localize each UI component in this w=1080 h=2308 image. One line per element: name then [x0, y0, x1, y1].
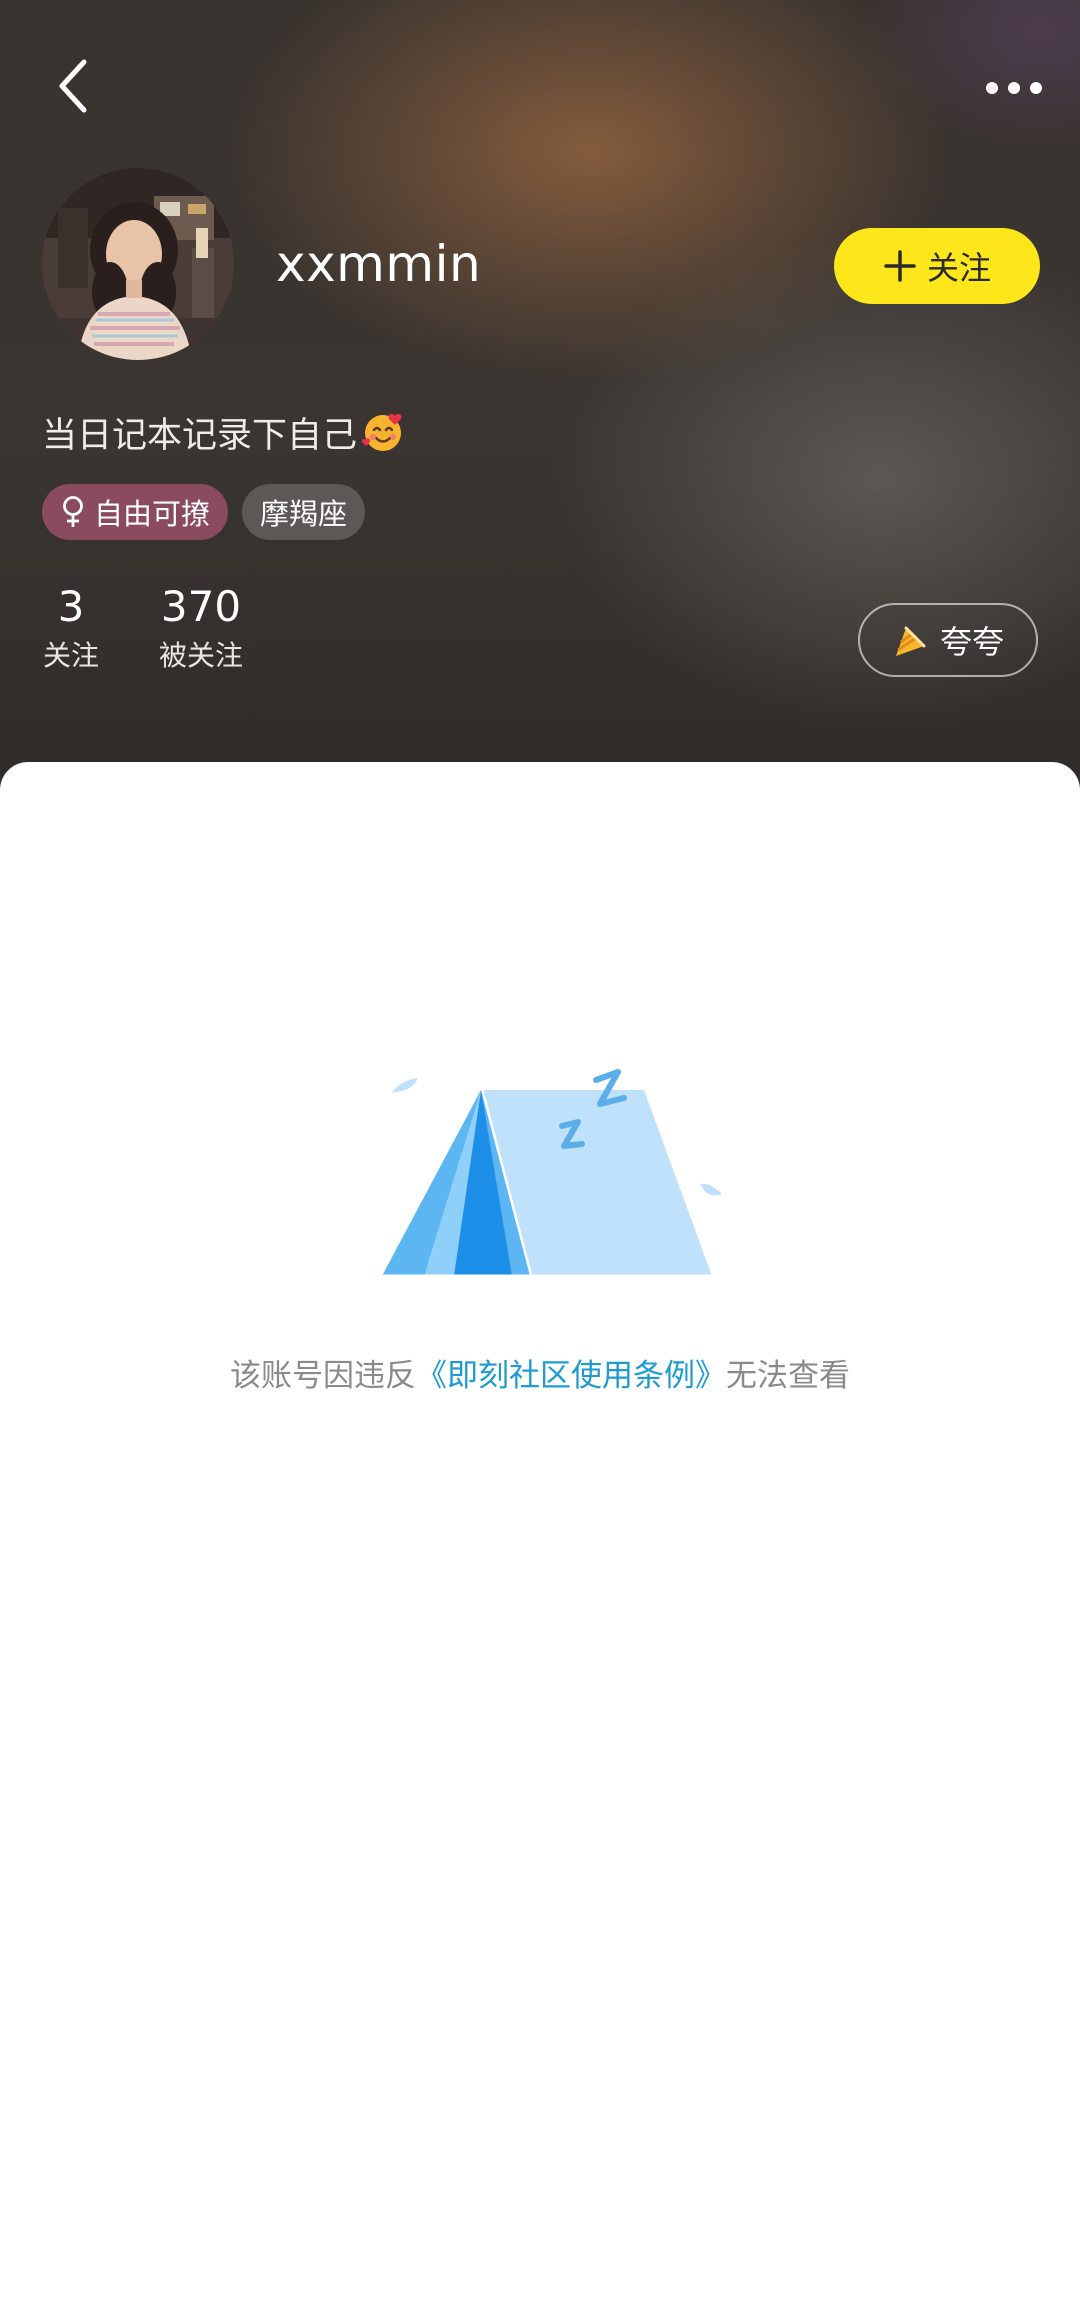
community-rules-link[interactable]: 《即刻社区使用条例》 [416, 1358, 726, 1394]
chevron-left-icon [59, 59, 87, 113]
back-button[interactable] [44, 56, 104, 116]
praise-button[interactable]: 夸夸 [858, 603, 1038, 677]
following-stat[interactable]: 3 关注 [42, 582, 100, 676]
content-panel: 该账号因违反《即刻社区使用条例》无法查看 [0, 762, 1080, 2308]
zodiac-tag[interactable]: 摩羯座 [242, 484, 366, 540]
following-count: 3 [57, 582, 85, 631]
violation-notice: 该账号因违反《即刻社区使用条例》无法查看 [0, 1350, 1080, 1395]
party-cone-icon [892, 620, 932, 660]
avatar[interactable] [42, 168, 234, 360]
female-symbol-icon [60, 495, 86, 529]
plus-icon [883, 249, 917, 283]
smiling-face-with-hearts-icon [361, 410, 405, 454]
followers-stat[interactable]: 370 被关注 [156, 582, 246, 676]
followers-count: 370 [160, 582, 242, 631]
praise-button-label: 夸夸 [939, 623, 1004, 661]
more-button[interactable] [976, 62, 1052, 114]
follow-button[interactable]: 关注 [834, 228, 1040, 304]
bio-text: 当日记本记录下自己 [42, 415, 358, 456]
notice-suffix: 无法查看 [726, 1358, 850, 1394]
following-label: 关注 [42, 639, 99, 672]
avatar-image [42, 168, 234, 360]
tags-row: 自由可撩 摩羯座 [42, 484, 366, 540]
profile-header: xxmmin 关注 当日记本记录下自己 自由可撩 摩羯座 3 关注 370 被关… [0, 0, 1080, 800]
bio: 当日记本记录下自己 [42, 404, 405, 460]
followers-label: 被关注 [158, 639, 243, 672]
sleeping-tent-icon [362, 1062, 742, 1282]
gender-tag[interactable]: 自由可撩 [42, 484, 229, 540]
gender-tag-label: 自由可撩 [94, 497, 211, 531]
more-horizontal-icon [986, 82, 1042, 94]
follow-button-label: 关注 [926, 249, 991, 287]
username: xxmmin [276, 235, 482, 293]
zodiac-tag-label: 摩羯座 [260, 497, 348, 531]
notice-prefix: 该账号因违反 [230, 1358, 416, 1394]
